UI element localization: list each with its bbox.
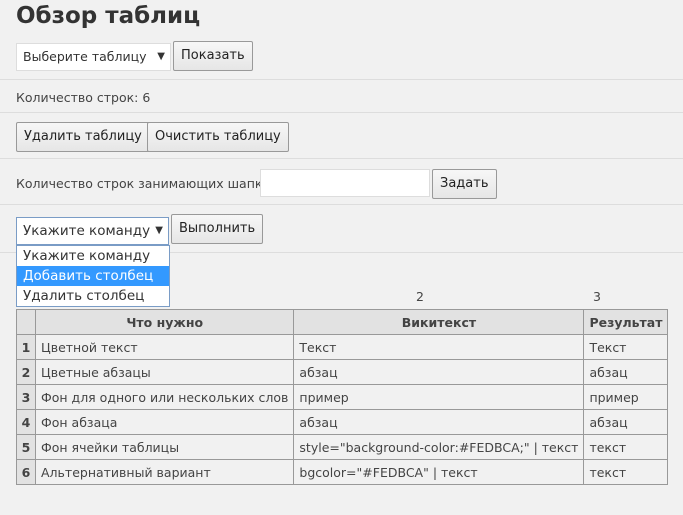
- table-cell: Цветной текст: [34, 334, 295, 360]
- table-row: 6 Альтернативный вариант bgcolor="#FEDBCA"…: [16, 459, 669, 485]
- command-select-value: Укажите команду: [23, 223, 151, 239]
- command-select[interactable]: Укажите команду ▼: [16, 217, 169, 245]
- table-cell: абзац: [293, 359, 585, 385]
- divider: [0, 79, 683, 80]
- header-cell: Результат: [583, 309, 669, 335]
- table-row: 4 Фон абзаца абзац абзац: [16, 409, 669, 435]
- table-row: 5 Фон ячейки таблицы style="background-col…: [16, 434, 669, 460]
- table-cell: Текст: [583, 334, 669, 360]
- table-cell: абзац: [583, 359, 669, 385]
- table-cell: текст: [583, 434, 669, 460]
- table-row: 2 Цветные абзацы абзац абзац: [16, 359, 669, 385]
- column-number: 2: [416, 289, 424, 304]
- header-rows-input[interactable]: [260, 169, 430, 197]
- table-cell: текст: [583, 459, 669, 485]
- table-cell: Цветные абзацы: [34, 359, 295, 385]
- header-cell: Викитекст: [293, 309, 585, 335]
- dropdown-option-highlighted[interactable]: Добавить столбец: [17, 266, 169, 286]
- dropdown-option[interactable]: Укажите команду: [17, 246, 169, 266]
- table-cell: Фон для одного или нескольких слов: [34, 384, 295, 410]
- row-index: 2: [16, 359, 36, 385]
- show-button[interactable]: Показать: [173, 41, 253, 71]
- table-cell: bgcolor="#FEDBCA" | текст: [293, 459, 585, 485]
- execute-button[interactable]: Выполнить: [171, 214, 264, 244]
- table-cell: пример: [583, 384, 669, 410]
- row-index: 4: [16, 409, 36, 435]
- row-index: 6: [16, 459, 36, 485]
- row-count: Количество строк: 6: [16, 90, 151, 105]
- row-index: 5: [16, 434, 36, 460]
- row-index: 3: [16, 384, 36, 410]
- table-row: 1 Цветной текст Текст Текст: [16, 334, 669, 360]
- table-cell: style="background-color:#FEDBCA;" | текс…: [293, 434, 585, 460]
- header-cell: Что нужно: [34, 309, 295, 335]
- divider: [0, 112, 683, 113]
- data-table: Что нужно Викитекст Результат 1 Цветной т…: [16, 309, 669, 485]
- header-index: [16, 309, 36, 335]
- table-select[interactable]: Выберите таблицу ▼: [16, 43, 171, 71]
- table-cell: Фон абзаца: [34, 409, 295, 435]
- table-cell: Альтернативный вариант: [34, 459, 295, 485]
- table-header-row: Что нужно Викитекст Результат: [16, 309, 669, 335]
- table-row: 3 Фон для одного или нескольких слов приме…: [16, 384, 669, 410]
- divider: [0, 204, 683, 205]
- column-number: 3: [593, 289, 601, 304]
- table-cell: абзац: [293, 409, 585, 435]
- header-rows-label: Количество строк занимающих шапку: [16, 176, 270, 191]
- page-title: Обзор таблиц: [16, 3, 201, 29]
- command-dropdown-list: Укажите команду Добавить столбец Удалить…: [16, 245, 170, 307]
- table-cell: Фон ячейки таблицы: [34, 434, 295, 460]
- table-cell: Текст: [293, 334, 585, 360]
- dropdown-arrow-icon: ▼: [157, 51, 165, 62]
- table-cell: пример: [293, 384, 585, 410]
- delete-table-button[interactable]: Удалить таблицу: [16, 122, 150, 152]
- table-cell: абзац: [583, 409, 669, 435]
- divider: [0, 158, 683, 159]
- table-select-value: Выберите таблицу: [23, 49, 147, 64]
- set-button[interactable]: Задать: [432, 169, 497, 199]
- dropdown-arrow-icon: ▼: [155, 225, 163, 236]
- clear-table-button[interactable]: Очистить таблицу: [147, 122, 289, 152]
- dropdown-option[interactable]: Удалить столбец: [17, 286, 169, 306]
- row-index: 1: [16, 334, 36, 360]
